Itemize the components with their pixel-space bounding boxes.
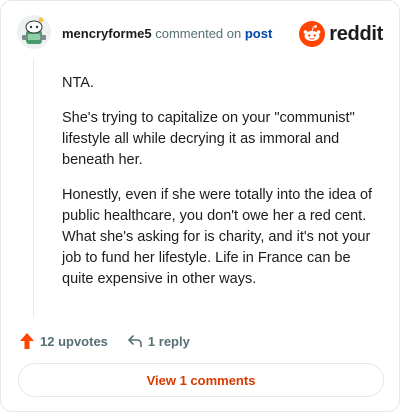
comment-header: mencryforme5 commented on post reddit xyxy=(17,15,385,53)
action-text: commented on xyxy=(155,26,242,41)
comment-card: mencryforme5 commented on post reddit NT… xyxy=(0,0,400,412)
thread-line xyxy=(33,59,34,317)
reddit-logo-icon xyxy=(299,21,326,47)
comment-meta: mencryforme5 commented on post xyxy=(62,26,272,42)
upvote-count: 12 upvotes xyxy=(40,333,108,349)
comment-paragraph: NTA. xyxy=(62,75,94,91)
username-link[interactable]: mencryforme5 xyxy=(62,26,152,41)
view-comments-button[interactable]: View 1 comments xyxy=(18,363,384,397)
comment-actions: 12 upvotes 1 reply xyxy=(19,331,190,351)
post-link[interactable]: post xyxy=(245,26,272,41)
upvote-arrow-icon xyxy=(20,333,34,349)
reddit-brand[interactable]: reddit xyxy=(299,21,383,47)
comment-paragraph: She's trying to capitalize on your "comm… xyxy=(62,110,355,168)
reply-arrow-icon xyxy=(128,335,142,348)
reply-count: 1 reply xyxy=(147,333,190,349)
comment-body: NTA. She's trying to capitalize on your … xyxy=(62,73,382,304)
comment-paragraph: Honestly, even if she were totally into … xyxy=(62,187,373,287)
snoo-avatar-icon[interactable] xyxy=(17,15,51,49)
reddit-wordmark: reddit xyxy=(329,22,383,45)
reply-button[interactable]: 1 reply xyxy=(127,334,190,349)
upvote-button[interactable]: 12 upvotes xyxy=(19,332,108,350)
